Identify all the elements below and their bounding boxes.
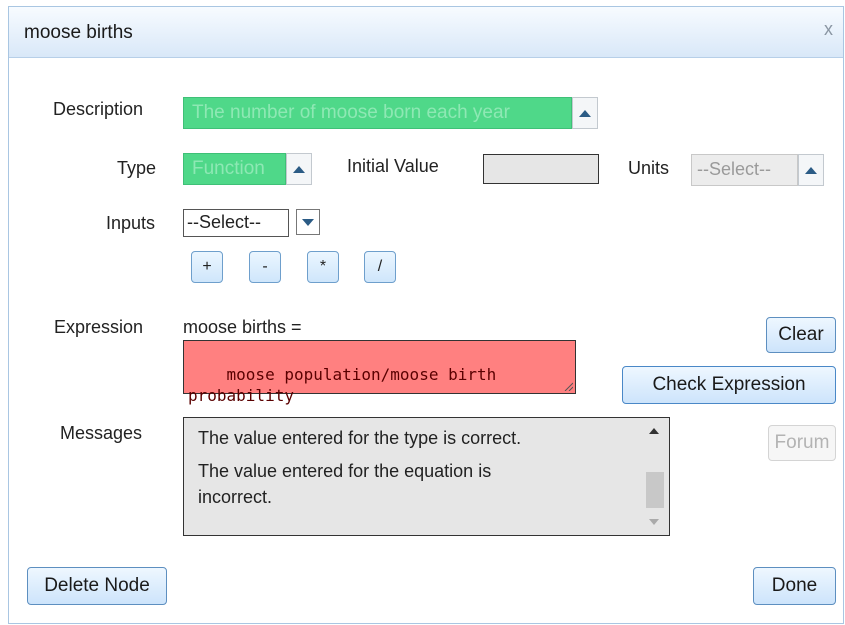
node-editor-dialog: moose births x Description The number of… [8, 6, 844, 624]
dialog-titlebar[interactable]: moose births x [9, 7, 843, 58]
type-select[interactable]: Function [183, 153, 286, 185]
message-line: The value entered for the type is correc… [198, 428, 522, 448]
done-button[interactable]: Done [753, 567, 836, 605]
description-field[interactable]: The number of moose born each year [183, 97, 572, 129]
chevron-down-icon [302, 218, 314, 226]
type-label: Type [117, 158, 157, 178]
messages-box: The value entered for the type is correc… [183, 417, 670, 536]
dialog-title: moose births [24, 22, 133, 43]
message-line: incorrect. [198, 487, 273, 507]
units-dropdown-button[interactable] [798, 154, 824, 186]
description-label: Description [53, 99, 144, 119]
chevron-up-icon [805, 166, 817, 174]
scroll-down-icon[interactable] [649, 519, 659, 525]
messages-scrollbar[interactable] [643, 424, 664, 529]
type-dropdown-button[interactable] [286, 153, 312, 185]
expression-text: moose population/moose birth probability [188, 365, 506, 405]
forum-button[interactable]: Forum [768, 425, 836, 461]
resize-grip-icon[interactable] [563, 381, 573, 391]
delete-node-button[interactable]: Delete Node [27, 567, 167, 605]
close-icon[interactable]: x [824, 19, 833, 40]
description-dropdown-button[interactable] [572, 97, 598, 129]
inputs-select[interactable]: --Select-- [183, 209, 289, 237]
operator-multiply-button[interactable]: * [307, 251, 339, 283]
inputs-label: Inputs [106, 213, 156, 233]
operator-minus-button[interactable]: - [249, 251, 281, 283]
check-expression-button[interactable]: Check Expression [622, 366, 836, 404]
expression-input[interactable]: moose population/moose birth probability [183, 340, 576, 405]
initial-value-label: Initial Value [347, 156, 439, 176]
units-select[interactable]: --Select-- [691, 154, 798, 186]
chevron-up-icon [293, 165, 305, 173]
initial-value-input[interactable] [483, 154, 599, 184]
clear-button[interactable]: Clear [766, 317, 836, 353]
messages-label: Messages [60, 423, 143, 443]
inputs-dropdown-button[interactable] [296, 209, 320, 235]
units-label: Units [628, 158, 670, 178]
scrollbar-thumb[interactable] [646, 472, 664, 508]
message-line: The value entered for the equation is [198, 461, 492, 481]
expression-lhs: moose births = [183, 317, 302, 337]
expression-label: Expression [54, 317, 144, 337]
operator-divide-button[interactable]: / [364, 251, 396, 283]
chevron-up-icon [579, 109, 591, 117]
operator-plus-button[interactable]: + [191, 251, 223, 283]
scroll-up-icon[interactable] [649, 428, 659, 434]
